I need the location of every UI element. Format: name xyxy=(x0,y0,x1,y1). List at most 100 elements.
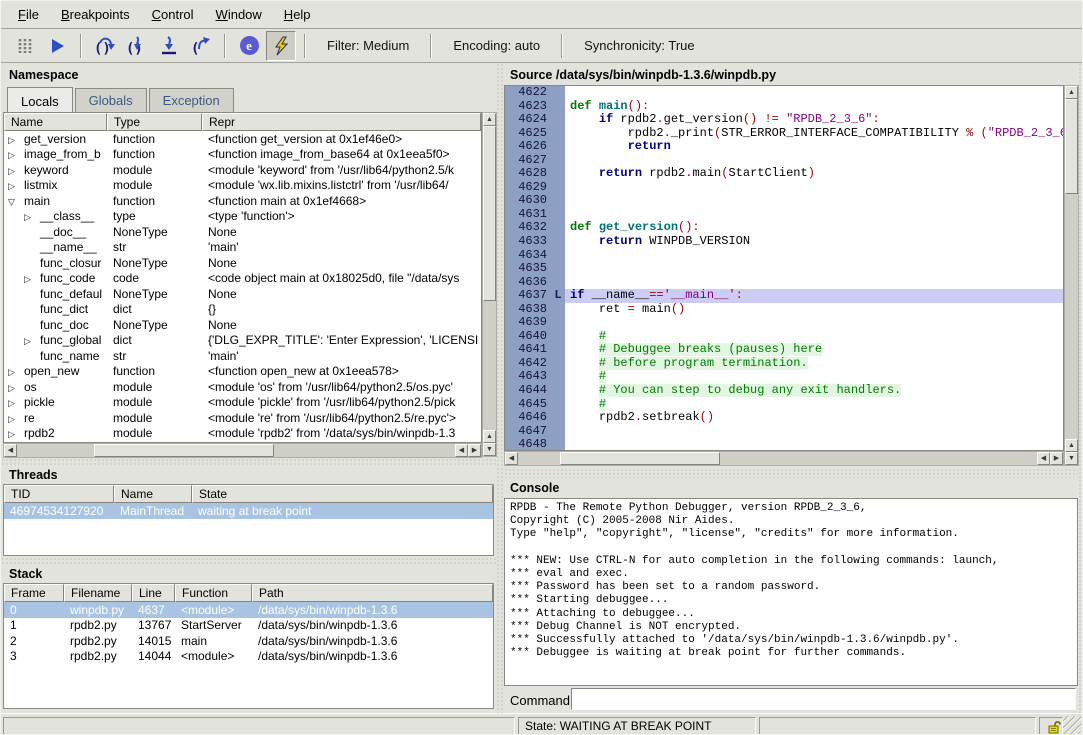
line-number[interactable]: 4641 xyxy=(505,343,551,357)
line-number[interactable]: 4640 xyxy=(505,330,551,344)
scroll-thumb[interactable] xyxy=(560,452,720,465)
column-header-filename[interactable]: Filename xyxy=(64,584,132,602)
scroll-down-button[interactable]: ▼ xyxy=(1065,452,1078,465)
column-header-frame[interactable]: Frame xyxy=(4,584,64,602)
line-number[interactable]: 4626 xyxy=(505,140,551,154)
expand-icon[interactable]: ▷ xyxy=(8,181,24,192)
column-header-path[interactable]: Path xyxy=(252,584,493,602)
namespace-row[interactable]: ▷picklemodule<module 'pickle' from '/usr… xyxy=(4,395,481,411)
expand-icon[interactable]: ▷ xyxy=(8,166,24,177)
column-header-repr[interactable]: Repr xyxy=(202,113,481,131)
column-header-type[interactable]: Type xyxy=(107,113,202,131)
column-header-name[interactable]: Name xyxy=(114,485,192,503)
scroll-left-button[interactable]: ◀ xyxy=(1037,452,1050,465)
menu-item-window[interactable]: Window xyxy=(205,2,273,27)
line-number[interactable]: 4635 xyxy=(505,262,551,276)
line-number[interactable]: 4647 xyxy=(505,425,551,439)
go-button[interactable] xyxy=(42,31,72,61)
scroll-left-button[interactable]: ◀ xyxy=(4,444,17,457)
menu-item-breakpoints[interactable]: Breakpoints xyxy=(50,2,141,27)
expand-icon[interactable]: ▷ xyxy=(8,150,24,161)
source-hscrollbar[interactable]: ◀ ◀ ▶ xyxy=(504,451,1064,466)
expand-icon[interactable]: ▷ xyxy=(24,274,40,285)
scroll-left-button[interactable]: ◀ xyxy=(455,444,468,457)
line-number[interactable]: 4648 xyxy=(505,438,551,451)
run-to-line-button[interactable] xyxy=(154,31,184,61)
namespace-row[interactable]: ▷osmodule<module 'os' from '/usr/lib64/p… xyxy=(4,379,481,395)
namespace-row[interactable]: ▷__class__type<type 'function'> xyxy=(4,209,481,225)
expand-icon[interactable]: ▷ xyxy=(8,398,24,409)
line-number[interactable]: 4637 xyxy=(505,289,551,303)
line-number[interactable]: 4633 xyxy=(505,235,551,249)
step-out-button[interactable]: ( xyxy=(186,31,216,61)
line-number[interactable]: 4632 xyxy=(505,221,551,235)
namespace-hscrollbar[interactable]: ◀ ◀ ▶ xyxy=(3,443,482,458)
scroll-left-button[interactable]: ◀ xyxy=(505,452,518,465)
line-number[interactable]: 4644 xyxy=(505,384,551,398)
source-console-splitter[interactable] xyxy=(504,468,1078,478)
line-number[interactable]: 4622 xyxy=(505,86,551,100)
threads-stack-splitter[interactable] xyxy=(1,557,496,566)
line-number[interactable]: 4645 xyxy=(505,398,551,412)
line-number[interactable]: 4630 xyxy=(505,194,551,208)
line-number[interactable]: 4629 xyxy=(505,181,551,195)
namespace-row[interactable]: func_namestr'main' xyxy=(4,348,481,364)
scroll-right-button[interactable]: ▶ xyxy=(468,444,481,457)
expand-icon[interactable]: ▷ xyxy=(8,414,24,425)
scroll-up-button[interactable]: ▲ xyxy=(483,113,496,126)
source-vscrollbar[interactable]: ▲ ▲ ▼ xyxy=(1064,85,1079,466)
expand-icon[interactable]: ▷ xyxy=(8,135,24,146)
collapse-icon[interactable]: ▽ xyxy=(8,197,24,208)
stack-frame-row[interactable]: 2rpdb2.py14015main/data/sys/bin/winpdb-1… xyxy=(4,633,493,649)
source-view[interactable]: 46224623def main():4624 if rpdb2.get_ver… xyxy=(504,85,1064,451)
column-header-state[interactable]: State xyxy=(192,485,493,503)
tab-exception[interactable]: Exception xyxy=(149,88,234,113)
thread-row[interactable]: 46974534127920MainThreadwaiting at break… xyxy=(4,503,493,519)
console-output[interactable]: RPDB - The Remote Python Debugger, versi… xyxy=(504,498,1078,686)
namespace-row[interactable]: ▷listmixmodule<module 'wx.lib.mixins.lis… xyxy=(4,178,481,194)
namespace-row[interactable]: ▷image_from_bfunction<function image_fro… xyxy=(4,147,481,163)
line-number[interactable]: 4638 xyxy=(505,303,551,317)
line-number[interactable]: 4642 xyxy=(505,357,551,371)
expand-icon[interactable]: ▷ xyxy=(24,212,40,223)
scroll-thumb[interactable] xyxy=(94,444,274,457)
line-number[interactable]: 4624 xyxy=(505,113,551,127)
synchronicity-button[interactable]: Synchronicity: True xyxy=(570,38,709,53)
expand-icon[interactable]: ▷ xyxy=(8,383,24,394)
filter-button[interactable]: Filter: Medium xyxy=(313,38,423,53)
stack-frame-row[interactable]: 0winpdb.py4637<module>/data/sys/bin/winp… xyxy=(4,602,493,618)
tab-locals[interactable]: Locals xyxy=(7,87,73,114)
namespace-row[interactable]: func_defaulNoneTypeNone xyxy=(4,286,481,302)
column-header-name[interactable]: Name xyxy=(4,113,107,131)
scroll-right-button[interactable]: ▶ xyxy=(1050,452,1063,465)
tab-globals[interactable]: Globals xyxy=(75,88,147,113)
trap-exceptions-button[interactable] xyxy=(266,31,296,61)
namespace-row[interactable]: ▷func_codecode<code object main at 0x180… xyxy=(4,271,481,287)
line-number[interactable]: 4625 xyxy=(505,127,551,141)
expand-icon[interactable]: ▷ xyxy=(8,367,24,378)
line-number[interactable]: 4643 xyxy=(505,370,551,384)
column-header-function[interactable]: Function xyxy=(175,584,252,602)
expand-icon[interactable]: ▷ xyxy=(24,336,40,347)
scroll-up-button[interactable]: ▲ xyxy=(483,430,496,443)
namespace-row[interactable]: __name__str'main' xyxy=(4,240,481,256)
vertical-splitter[interactable] xyxy=(496,63,504,713)
encoding-button[interactable]: e xyxy=(234,31,264,61)
stack-frame-row[interactable]: 1rpdb2.py13767StartServer/data/sys/bin/w… xyxy=(4,618,493,634)
column-header-tid[interactable]: TID xyxy=(4,485,114,503)
line-number[interactable]: 4631 xyxy=(505,208,551,222)
expand-icon[interactable]: ▷ xyxy=(8,429,24,440)
stack-frame-row[interactable]: 3rpdb2.py14044<module>/data/sys/bin/winp… xyxy=(4,649,493,665)
line-number[interactable]: 4623 xyxy=(505,100,551,114)
line-number[interactable]: 4636 xyxy=(505,276,551,290)
namespace-row[interactable]: ▷open_newfunction<function open_new at 0… xyxy=(4,364,481,380)
step-over-button[interactable]: () xyxy=(90,31,120,61)
scroll-up-button[interactable]: ▲ xyxy=(1065,86,1078,99)
break-button[interactable] xyxy=(10,31,40,61)
menu-item-file[interactable]: File xyxy=(7,2,50,27)
namespace-row[interactable]: ▷get_versionfunction<function get_versio… xyxy=(4,131,481,147)
resize-grip[interactable] xyxy=(1063,716,1081,735)
line-number[interactable]: 4628 xyxy=(505,167,551,181)
scroll-thumb[interactable] xyxy=(483,126,496,301)
scroll-up-button[interactable]: ▲ xyxy=(1065,439,1078,452)
